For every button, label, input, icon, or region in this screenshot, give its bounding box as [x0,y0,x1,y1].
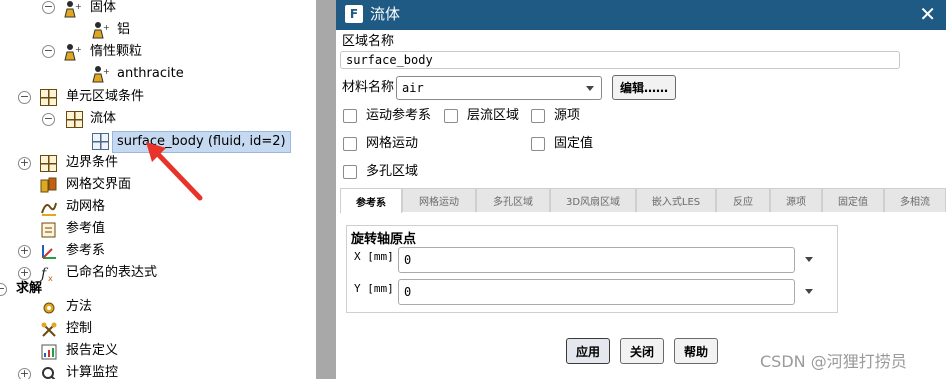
tree-item-reference-frames[interactable]: 参考系 [66,241,105,261]
tree-item-monitors[interactable]: 计算监控 [66,363,118,379]
close-icon[interactable]: ✕ [919,2,936,26]
svg-text:x: x [48,274,53,282]
svg-text:+: + [75,45,81,54]
tab-reference-frame[interactable]: 参考系 [340,188,402,213]
svg-text:+: + [103,23,109,32]
x-label: X [mm] [354,250,394,263]
dialog-titlebar[interactable]: F 流体 ✕ [336,0,946,30]
expand-toggle[interactable]: + [18,157,31,170]
material-select[interactable]: air [396,76,602,100]
mesh-motion-checkbox[interactable] [343,137,357,151]
methods-icon [40,299,58,317]
watermark: CSDN @河狸打捞员 [760,352,907,371]
tree-item-dynamic-mesh[interactable]: 动网格 [66,197,105,217]
tab-source-terms[interactable]: 源项 [770,188,822,212]
porous-zone-checkbox[interactable] [343,165,357,179]
reference-values-icon [40,221,58,239]
monitors-icon [40,365,58,379]
rotation-axis-origin-group: 旋转轴原点 X [mm] 0 Y [mm] 0 [346,225,838,313]
group-title: 旋转轴原点 [351,232,417,247]
tab-3d-fan-zone[interactable]: 3D风扇区域 [550,188,636,212]
help-button[interactable]: 帮助 [674,338,718,364]
controls-icon [40,321,58,339]
fluid-zone-icon [66,111,83,128]
zone-name-label: 区域名称 [342,34,395,49]
tree-item-fluid[interactable]: 流体 [90,109,116,129]
tree-item-report-definitions[interactable]: 报告定义 [66,341,118,361]
svg-text:+: + [103,67,109,76]
expand-toggle[interactable]: + [18,245,31,258]
tab-mesh-motion[interactable]: 网格运动 [402,188,476,212]
dynamic-mesh-icon [40,199,58,217]
tree-item-boundary-conditions[interactable]: 边界条件 [66,153,118,173]
tree-item-mesh-interfaces[interactable]: 网格交界面 [66,175,131,195]
outline-tree: − + 固体 + 铝 − + 惰性颗粒 + anthracite − 单元区域条… [0,0,316,379]
source-terms-label: 源项 [554,108,581,123]
boundary-conditions-icon [40,155,57,172]
apply-button[interactable]: 应用 [566,338,610,364]
tree-item-anthracite[interactable]: anthracite [117,64,184,84]
tab-multiphase[interactable]: 多相流 [884,188,946,212]
collapse-toggle[interactable]: − [42,113,55,126]
x-origin-input[interactable]: 0 [398,247,795,273]
solid-material-icon: + [63,0,82,18]
fixed-values-checkbox[interactable] [531,137,545,151]
tab-porous-zone[interactable]: 多孔区域 [476,188,550,212]
reference-frame-icon [40,243,58,261]
fixed-values-label: 固定值 [554,136,594,151]
tree-item-controls[interactable]: 控制 [66,319,92,339]
chevron-down-icon[interactable] [805,289,813,294]
dialog-title: 流体 [370,5,401,23]
tab-reaction[interactable]: 反应 [716,188,770,212]
report-definitions-icon [40,343,58,361]
tree-item-cell-zone-conditions[interactable]: 单元区域条件 [66,87,144,107]
annotation-arrow-icon [146,142,203,201]
edit-material-button[interactable]: 编辑…… [612,75,676,100]
tree-item-inert-particle[interactable]: 惰性颗粒 [90,42,142,62]
settings-tabbar: 参考系 网格运动 多孔区域 3D风扇区域 嵌入式LES 反应 源项 固定值 多相… [340,188,946,213]
material-icon: + [91,65,110,83]
tree-item-named-expressions[interactable]: 已命名的表达式 [66,263,157,283]
laminar-zone-checkbox[interactable] [444,109,458,123]
moving-frame-checkbox[interactable] [343,109,357,123]
named-expression-icon: fx [40,264,58,283]
mesh-interface-icon [40,177,58,195]
source-terms-checkbox[interactable] [531,109,545,123]
collapse-toggle[interactable]: − [42,1,55,14]
panel-divider[interactable] [316,0,336,379]
expand-toggle[interactable]: + [18,368,31,379]
material-name-label: 材料名称 [342,80,395,95]
porous-zone-label: 多孔区域 [366,164,419,179]
chevron-down-icon [586,86,594,91]
tree-item-aluminum[interactable]: 铝 [117,20,130,40]
material-icon: + [91,21,110,39]
tree-item-solution[interactable]: 求解 [16,279,42,299]
collapse-toggle[interactable]: − [0,283,7,296]
zone-name-input[interactable]: surface_body [340,51,900,69]
svg-text:+: + [75,2,81,11]
collapse-toggle[interactable]: − [18,91,31,104]
mesh-motion-label: 网格运动 [366,136,419,151]
y-origin-input[interactable]: 0 [398,279,795,305]
fluid-dialog: F 流体 ✕ 区域名称 surface_body 材料名称 air 编辑…… 运… [336,0,946,379]
close-button[interactable]: 关闭 [620,338,664,364]
tree-item-methods[interactable]: 方法 [66,297,92,317]
tree-item-reference-values[interactable]: 参考值 [66,219,105,239]
zone-icon [92,133,109,150]
cell-zone-icon [40,89,57,106]
moving-frame-label: 运动参考系 [366,108,432,123]
fluent-logo-icon: F [345,5,363,23]
inert-particle-icon: + [63,43,82,61]
material-select-value: air [402,81,424,95]
tree-item-solid[interactable]: 固体 [90,0,116,18]
chevron-down-icon[interactable] [805,257,813,262]
laminar-zone-label: 层流区域 [467,108,520,123]
tab-embedded-les[interactable]: 嵌入式LES [636,188,716,212]
collapse-toggle[interactable]: − [42,45,55,58]
tab-fixed-values[interactable]: 固定值 [822,188,884,212]
y-label: Y [mm] [354,282,394,295]
